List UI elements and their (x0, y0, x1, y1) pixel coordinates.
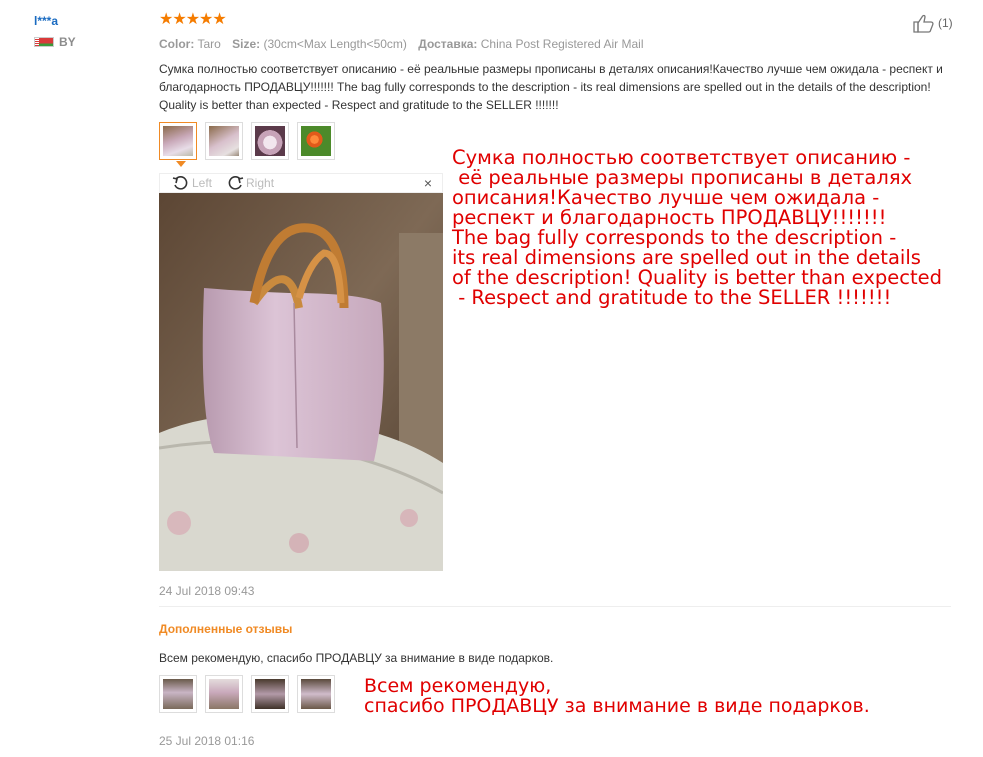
additional-review-text: Всем рекомендую, спасибо ПРОДАВЦУ за вни… (159, 651, 554, 665)
pink-bag-photo (159, 193, 443, 571)
country-code: BY (59, 35, 76, 49)
review-photo-thumb-2[interactable] (205, 122, 243, 160)
review-photo-thumb-4[interactable] (297, 122, 335, 160)
photo-viewer: Left Right × (159, 173, 443, 573)
delivery-value: China Post Registered Air Mail (480, 37, 644, 51)
reviewer-info: l***a BY (34, 14, 76, 49)
delivery-label: Доставка: (418, 37, 478, 51)
review-photo-large (159, 193, 443, 571)
rotate-right-label: Right (246, 176, 275, 190)
review-date: 24 Jul 2018 09:43 (159, 584, 255, 598)
overlay-annotation-text-2: Всем рекомендую, спасибо ПРОДАВЦУ за вни… (364, 675, 870, 717)
reviewer-name[interactable]: l***a (34, 14, 76, 28)
additional-photo-thumbnails (159, 675, 335, 713)
rotate-right-button[interactable]: Right (226, 175, 274, 191)
review-photo-thumbnails (159, 122, 335, 167)
belarus-flag-icon (34, 37, 54, 47)
review-photo-thumb-1[interactable] (159, 122, 197, 167)
order-details: Color: Taro Size: (30cm<Max Length<50cm)… (159, 37, 959, 51)
divider (159, 606, 951, 607)
reviewer-country: BY (34, 35, 76, 49)
additional-photo-thumb-1[interactable] (159, 675, 197, 713)
rotate-left-icon (172, 176, 188, 190)
additional-photo-thumb-4[interactable] (297, 675, 335, 713)
additional-review-title: Дополненные отзывы (159, 622, 293, 636)
rotate-left-button[interactable]: Left (172, 175, 212, 191)
additional-photo-thumb-3[interactable] (251, 675, 289, 713)
selected-pointer-icon (176, 161, 186, 167)
review-photo-thumb-3[interactable] (251, 122, 289, 160)
review-body: ★★★★★ Color: Taro Size: (30cm<Max Length… (159, 12, 959, 114)
review-text: Сумка полностью соответствует описанию -… (159, 62, 943, 112)
close-viewer-button[interactable]: × (424, 175, 432, 191)
rotate-right-icon (228, 176, 244, 190)
color-value: Taro (197, 37, 221, 51)
overlay-annotation-text: Сумка полностью соответствует описанию -… (452, 146, 942, 309)
color-label: Color: (159, 37, 195, 51)
size-value: (30cm<Max Length<50cm) (263, 37, 407, 51)
star-rating: ★★★★★ (159, 11, 227, 28)
photo-viewer-toolbar: Left Right × (159, 173, 443, 193)
additional-review-date: 25 Jul 2018 01:16 (159, 734, 255, 748)
additional-photo-thumb-2[interactable] (205, 675, 243, 713)
rotate-left-label: Left (192, 176, 213, 190)
size-label: Size: (232, 37, 261, 51)
